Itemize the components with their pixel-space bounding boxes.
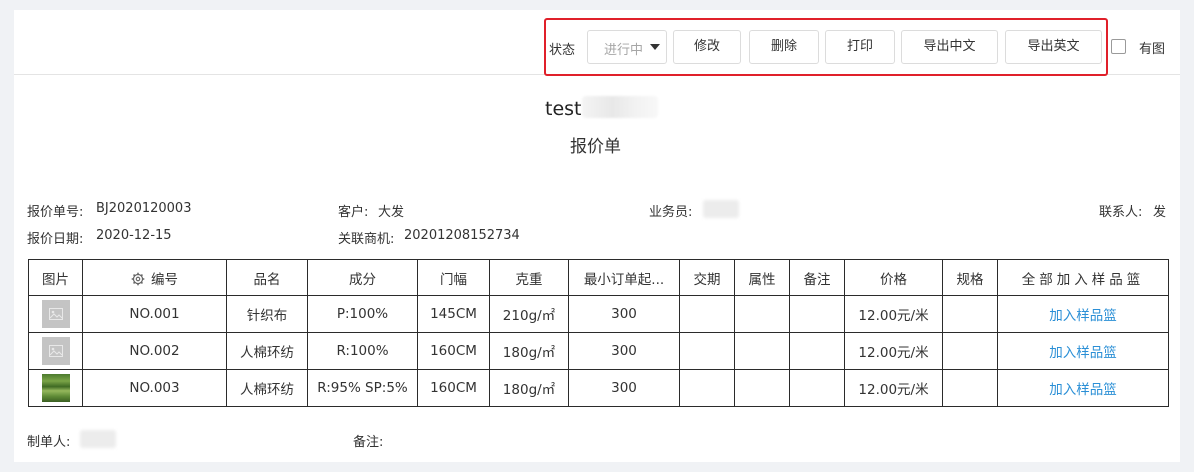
footer-remark-label: 备注: xyxy=(353,435,384,450)
row-width: 160CM xyxy=(417,332,490,370)
col-remark-header: 备注 xyxy=(789,259,845,296)
row-image-cell xyxy=(28,295,83,333)
fabric-thumbnail[interactable] xyxy=(41,374,70,402)
redacted-salesman xyxy=(703,200,739,218)
salesman-label: 业务员: xyxy=(649,205,693,220)
add-to-sample-basket-link[interactable]: 加入样品篮 xyxy=(1049,382,1117,398)
add-to-sample-basket-link[interactable]: 加入样品篮 xyxy=(1049,308,1117,324)
row-remark xyxy=(789,295,845,333)
table-row: NO.002 人棉环纺 R:100% 160CM 180g/㎡ 300 12.0… xyxy=(28,332,1169,370)
col-spec-header: 规格 xyxy=(942,259,998,296)
row-composition: R:100% xyxy=(307,332,418,370)
related-opportunity-label: 关联商机: xyxy=(338,232,395,247)
row-moq: 300 xyxy=(568,332,680,370)
row-price: 12.00元/米 xyxy=(844,295,943,333)
row-width: 160CM xyxy=(417,369,490,407)
row-weight: 180g/㎡ xyxy=(489,369,569,407)
redacted-creator xyxy=(80,430,116,448)
contact-label: 联系人: xyxy=(1099,205,1143,220)
quote-items-table: 图片 编号 品名 成分 门幅 克重 最小订单起... 交期 属性 备注 价格 规… xyxy=(28,259,1169,407)
status-select-value: 进行中 xyxy=(604,43,644,58)
quote-no-label: 报价单号: xyxy=(27,205,84,220)
contact-value: 发 xyxy=(1153,205,1167,220)
row-image-cell xyxy=(28,369,83,407)
row-code: NO.003 xyxy=(82,369,227,407)
table-row: NO.001 针织布 P:100% 145CM 210g/㎡ 300 12.00… xyxy=(28,295,1169,333)
row-code: NO.002 xyxy=(82,332,227,370)
row-spec xyxy=(942,332,998,370)
row-moq: 300 xyxy=(568,369,680,407)
row-composition: R:95% SP:5% xyxy=(307,369,418,407)
col-weight-header: 克重 xyxy=(489,259,569,296)
col-code-label: 编号 xyxy=(151,271,178,288)
row-width: 145CM xyxy=(417,295,490,333)
row-attribute xyxy=(734,332,790,370)
row-code: NO.001 xyxy=(82,295,227,333)
col-code-header[interactable]: 编号 xyxy=(82,259,227,296)
row-delivery xyxy=(679,332,735,370)
col-attribute-header: 属性 xyxy=(734,259,790,296)
col-price-header: 价格 xyxy=(844,259,943,296)
edit-button[interactable]: 修改 xyxy=(673,30,741,64)
row-name: 针织布 xyxy=(226,295,308,333)
table-header-row: 图片 编号 品名 成分 门幅 克重 最小订单起... 交期 属性 备注 价格 规… xyxy=(28,259,1169,296)
row-image-cell xyxy=(28,332,83,370)
col-moq-header: 最小订单起... xyxy=(568,259,680,296)
row-action-cell: 加入样品篮 xyxy=(997,295,1169,333)
row-action-cell: 加入样品篮 xyxy=(997,332,1169,370)
gear-icon[interactable] xyxy=(131,272,145,286)
row-price: 12.00元/米 xyxy=(844,369,943,407)
related-opportunity-value: 20201208152734 xyxy=(404,228,520,243)
row-remark xyxy=(789,369,845,407)
row-moq: 300 xyxy=(568,295,680,333)
col-composition-header: 成分 xyxy=(307,259,418,296)
table-row: NO.003 人棉环纺 R:95% SP:5% 160CM 180g/㎡ 300… xyxy=(28,369,1169,407)
add-all-to-sample-basket-link[interactable]: 全部加入样品篮 xyxy=(997,259,1169,296)
col-width-header: 门幅 xyxy=(417,259,490,296)
export-chinese-button[interactable]: 导出中文 xyxy=(901,30,998,64)
quote-date-label: 报价日期: xyxy=(27,232,84,247)
toolbar: 状态 进行中 修改 删除 打印 导出中文 导出英文 有图 xyxy=(14,10,1180,76)
quote-date-value: 2020-12-15 xyxy=(96,228,172,243)
image-placeholder-icon[interactable] xyxy=(41,337,70,365)
row-weight: 210g/㎡ xyxy=(489,295,569,333)
customer-value: 大发 xyxy=(378,205,405,220)
creator-label: 制单人: xyxy=(27,435,71,450)
company-name: test xyxy=(545,98,582,120)
row-price: 12.00元/米 xyxy=(844,332,943,370)
col-delivery-header: 交期 xyxy=(679,259,735,296)
redacted-company-suffix xyxy=(582,96,658,118)
row-attribute xyxy=(734,295,790,333)
row-spec xyxy=(942,295,998,333)
row-spec xyxy=(942,369,998,407)
row-name: 人棉环纺 xyxy=(226,332,308,370)
with-image-checkbox[interactable] xyxy=(1111,39,1126,54)
with-image-label: 有图 xyxy=(1139,42,1166,57)
doc-title: 报价单 xyxy=(570,137,621,157)
row-attribute xyxy=(734,369,790,407)
add-to-sample-basket-link[interactable]: 加入样品篮 xyxy=(1049,345,1117,361)
row-delivery xyxy=(679,295,735,333)
status-select[interactable]: 进行中 xyxy=(587,30,667,64)
row-name: 人棉环纺 xyxy=(226,369,308,407)
col-name-header: 品名 xyxy=(226,259,308,296)
row-weight: 180g/㎡ xyxy=(489,332,569,370)
col-image-header: 图片 xyxy=(28,259,83,296)
row-composition: P:100% xyxy=(307,295,418,333)
print-button[interactable]: 打印 xyxy=(825,30,895,64)
quote-no-value: BJ2020120003 xyxy=(96,201,192,216)
customer-label: 客户: xyxy=(338,205,369,220)
row-delivery xyxy=(679,369,735,407)
export-english-button[interactable]: 导出英文 xyxy=(1005,30,1102,64)
delete-button[interactable]: 删除 xyxy=(749,30,819,64)
caret-down-icon xyxy=(650,44,660,50)
quote-page: 状态 进行中 修改 删除 打印 导出中文 导出英文 有图 test 报价单 报价… xyxy=(14,10,1180,462)
status-label: 状态 xyxy=(549,43,576,58)
row-action-cell: 加入样品篮 xyxy=(997,369,1169,407)
row-remark xyxy=(789,332,845,370)
image-placeholder-icon[interactable] xyxy=(41,300,70,328)
